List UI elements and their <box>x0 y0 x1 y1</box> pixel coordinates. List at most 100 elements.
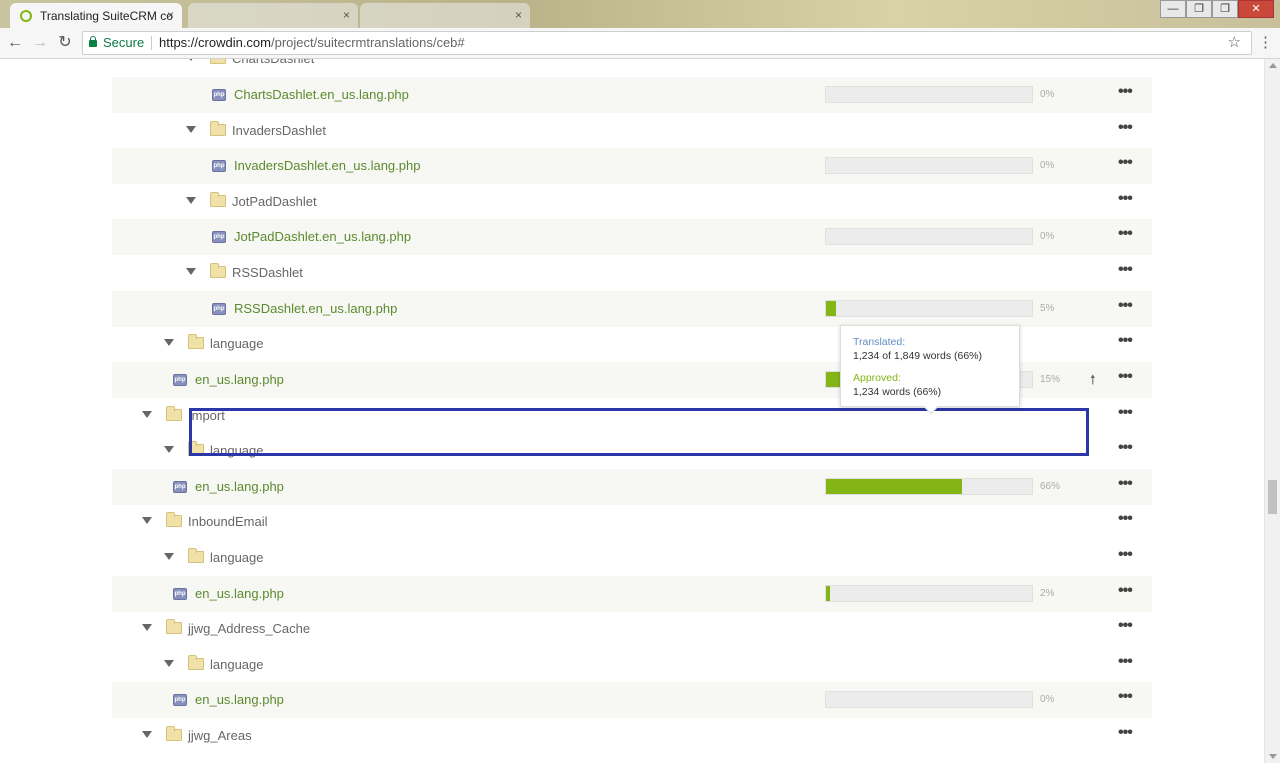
more-actions-icon[interactable]: ••• <box>1118 119 1133 137</box>
folder-row[interactable]: jjwg_Areas ••• <box>112 718 1152 754</box>
folder-row[interactable]: jjwg_Address_Cache ••• <box>112 611 1152 647</box>
file-link[interactable]: en_us.lang.php <box>195 372 284 387</box>
browser-menu-icon[interactable]: ⋮ <box>1258 34 1273 52</box>
progress-bar[interactable] <box>825 157 1033 174</box>
folder-label[interactable]: jjwg_Address_Cache <box>188 621 310 636</box>
upload-icon[interactable]: 🠕 <box>1090 371 1096 393</box>
file-row[interactable]: php InvadersDashlet.en_us.lang.php 0% ••• <box>112 148 1152 184</box>
more-actions-icon[interactable]: ••• <box>1118 368 1133 386</box>
more-actions-icon[interactable]: ••• <box>1118 225 1133 243</box>
more-actions-icon[interactable]: ••• <box>1118 582 1133 600</box>
file-row[interactable]: php en_us.lang.php 66% ••• <box>112 469 1152 505</box>
tab-close-icon[interactable]: × <box>343 8 350 22</box>
folder-label[interactable]: RSSDashlet <box>232 265 303 280</box>
expand-arrow-icon[interactable] <box>186 126 196 133</box>
folder-label[interactable]: language <box>210 657 264 672</box>
progress-bar[interactable] <box>825 86 1033 103</box>
more-actions-icon[interactable]: ••• <box>1118 475 1133 493</box>
expand-arrow-icon[interactable] <box>164 660 174 667</box>
file-row[interactable]: php JotPadDashlet.en_us.lang.php 0% ••• <box>112 219 1152 255</box>
more-actions-icon[interactable]: ••• <box>1118 688 1133 706</box>
bookmark-star-icon[interactable]: ☆ <box>1228 32 1241 54</box>
more-actions-icon[interactable]: ••• <box>1118 59 1133 65</box>
expand-arrow-icon[interactable] <box>142 731 152 738</box>
progress-fill <box>826 479 962 494</box>
tab-close-icon[interactable]: × <box>515 8 522 22</box>
window-minimize-button[interactable]: — <box>1160 0 1186 18</box>
window-close-button[interactable]: ✕ <box>1238 0 1274 18</box>
expand-arrow-icon[interactable] <box>142 517 152 524</box>
more-actions-icon[interactable]: ••• <box>1118 546 1133 564</box>
file-link[interactable]: en_us.lang.php <box>195 692 284 707</box>
folder-row[interactable]: RSSDashlet ••• <box>112 255 1152 291</box>
more-actions-icon[interactable]: ••• <box>1118 510 1133 528</box>
file-row[interactable]: php en_us.lang.php 2% ••• <box>112 576 1152 612</box>
file-link[interactable]: en_us.lang.php <box>195 586 284 601</box>
more-actions-icon[interactable]: ••• <box>1118 154 1133 172</box>
more-actions-icon[interactable]: ••• <box>1118 439 1133 457</box>
folder-row[interactable]: ChartsDashlet ••• <box>112 59 1152 77</box>
file-row[interactable]: php en_us.lang.php 0% ••• <box>112 682 1152 718</box>
back-arrow-icon[interactable]: ← <box>6 34 24 52</box>
more-actions-icon[interactable]: ••• <box>1118 332 1133 350</box>
file-row[interactable]: php ChartsDashlet.en_us.lang.php 0% ••• <box>112 77 1152 113</box>
scroll-down-icon[interactable] <box>1269 754 1277 759</box>
window-maximize-button[interactable]: ❐ <box>1186 0 1212 18</box>
tab-close-icon[interactable]: × <box>167 8 174 22</box>
progress-bar[interactable] <box>825 300 1033 317</box>
folder-label[interactable]: InvadersDashlet <box>232 123 326 138</box>
scrollbar-thumb[interactable] <box>1268 480 1277 514</box>
address-bar[interactable]: Secure https://crowdin.com/project/suite… <box>82 31 1252 55</box>
folder-row[interactable]: InboundEmail ••• <box>112 504 1152 540</box>
file-link[interactable]: InvadersDashlet.en_us.lang.php <box>234 158 420 173</box>
scroll-up-icon[interactable] <box>1269 63 1277 68</box>
folder-label[interactable]: InboundEmail <box>188 514 268 529</box>
more-actions-icon[interactable]: ••• <box>1118 617 1133 635</box>
file-link[interactable]: en_us.lang.php <box>195 479 284 494</box>
more-actions-icon[interactable]: ••• <box>1118 190 1133 208</box>
more-actions-icon[interactable]: ••• <box>1118 724 1133 742</box>
progress-bar[interactable] <box>825 585 1033 602</box>
folder-row[interactable]: JotPadDashlet ••• <box>112 184 1152 220</box>
more-actions-icon[interactable]: ••• <box>1118 404 1133 422</box>
folder-label[interactable]: jjwg_Areas <box>188 728 252 743</box>
expand-arrow-icon[interactable] <box>164 553 174 560</box>
folder-row[interactable]: InvadersDashlet ••• <box>112 113 1152 149</box>
expand-arrow-icon[interactable] <box>186 268 196 275</box>
file-row[interactable]: php RSSDashlet.en_us.lang.php 5% ••• <box>112 291 1152 327</box>
folder-label[interactable]: ChartsDashlet <box>232 59 314 66</box>
expand-arrow-icon[interactable] <box>142 624 152 631</box>
more-actions-icon[interactable]: ••• <box>1118 297 1133 315</box>
folder-label[interactable]: language <box>210 336 264 351</box>
reload-icon[interactable]: ↻ <box>56 34 74 52</box>
expand-arrow-icon[interactable] <box>164 339 174 346</box>
progress-bar[interactable] <box>825 478 1033 495</box>
page-scrollbar[interactable] <box>1264 59 1280 763</box>
folder-icon <box>210 121 226 136</box>
browser-tab-3[interactable]: × <box>360 3 530 28</box>
more-actions-icon[interactable]: ••• <box>1118 83 1133 101</box>
progress-bar[interactable] <box>825 691 1033 708</box>
secure-indicator[interactable]: Secure <box>89 32 144 54</box>
file-link[interactable]: ChartsDashlet.en_us.lang.php <box>234 87 409 102</box>
folder-label[interactable]: language <box>210 550 264 565</box>
progress-fill <box>826 586 831 601</box>
expand-arrow-icon[interactable] <box>186 59 196 61</box>
folder-row[interactable]: language ••• <box>112 540 1152 576</box>
browser-tab-active[interactable]: Translating SuiteCRM co × <box>10 3 182 28</box>
forward-arrow-icon[interactable]: → <box>31 34 49 52</box>
file-link[interactable]: JotPadDashlet.en_us.lang.php <box>234 229 411 244</box>
translated-label: Translated: <box>853 336 906 348</box>
more-actions-icon[interactable]: ••• <box>1118 653 1133 671</box>
expand-arrow-icon[interactable] <box>142 411 152 418</box>
folder-label[interactable]: JotPadDashlet <box>232 194 317 209</box>
progress-bar[interactable] <box>825 228 1033 245</box>
expand-arrow-icon[interactable] <box>164 446 174 453</box>
expand-arrow-icon[interactable] <box>186 197 196 204</box>
file-link[interactable]: RSSDashlet.en_us.lang.php <box>234 301 397 316</box>
folder-row[interactable]: language ••• <box>112 647 1152 683</box>
more-actions-icon[interactable]: ••• <box>1118 261 1133 279</box>
window-restore-button[interactable]: ❐ <box>1212 0 1238 18</box>
progress-tooltip: Translated: 1,234 of 1,849 words (66%) A… <box>840 325 1020 407</box>
browser-tab-2[interactable]: × <box>188 3 358 28</box>
